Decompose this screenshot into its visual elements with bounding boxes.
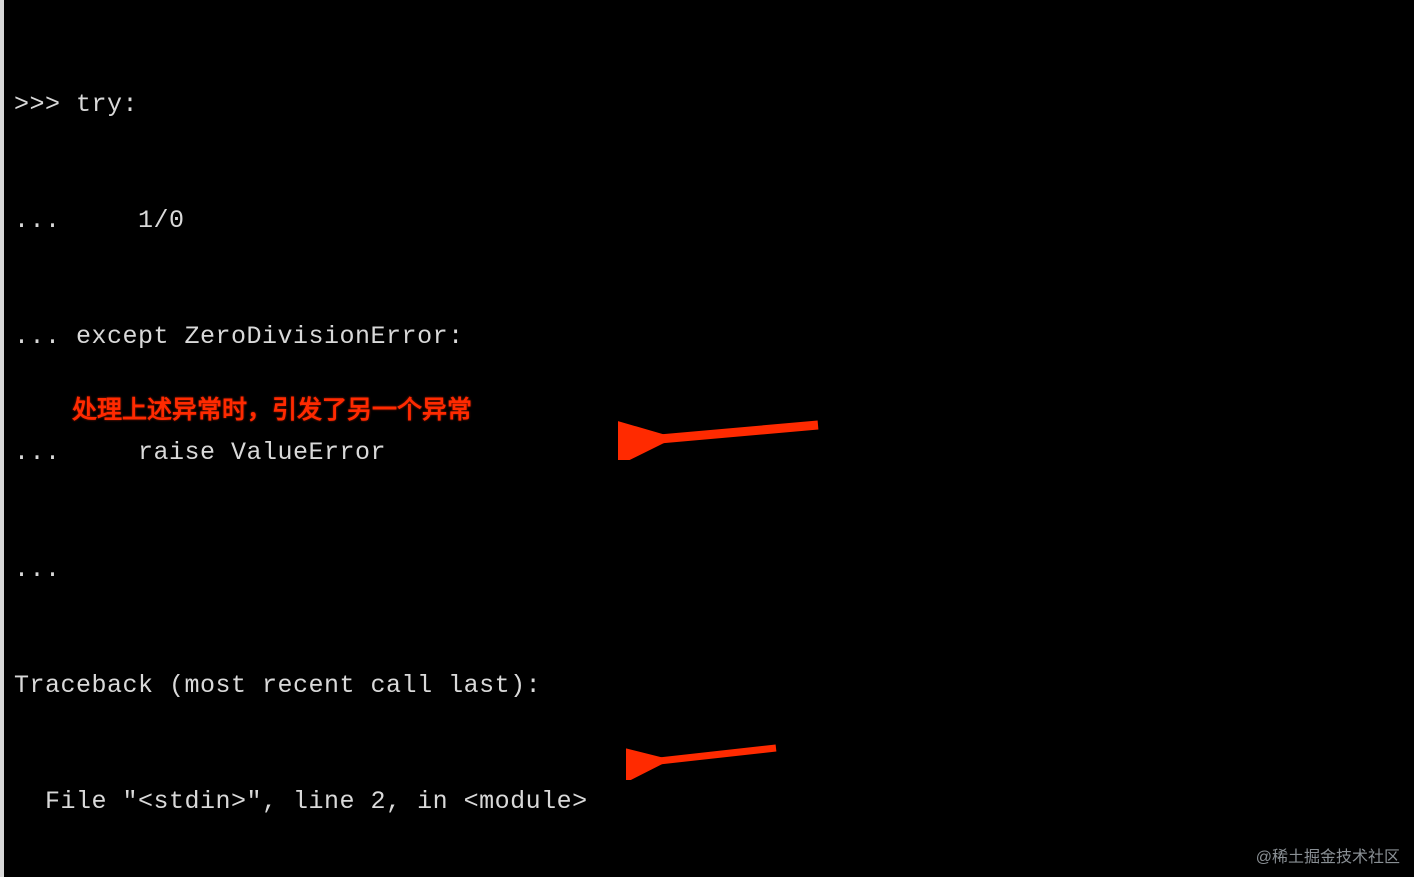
terminal-line: >>> try: [14, 86, 1414, 125]
terminal-line: ... raise ValueError [14, 434, 1414, 473]
terminal-line: ... except ZeroDivisionError: [14, 318, 1414, 357]
terminal-line: File "<stdin>", line 2, in <module> [14, 783, 1414, 822]
terminal-line: ... 1/0 [14, 202, 1414, 241]
terminal-line: ... [14, 551, 1414, 590]
watermark-text: @稀土掘金技术社区 [1256, 843, 1400, 867]
terminal-output: >>> try: ... 1/0 ... except ZeroDivision… [0, 0, 1414, 877]
terminal-line: Traceback (most recent call last): [14, 667, 1414, 706]
